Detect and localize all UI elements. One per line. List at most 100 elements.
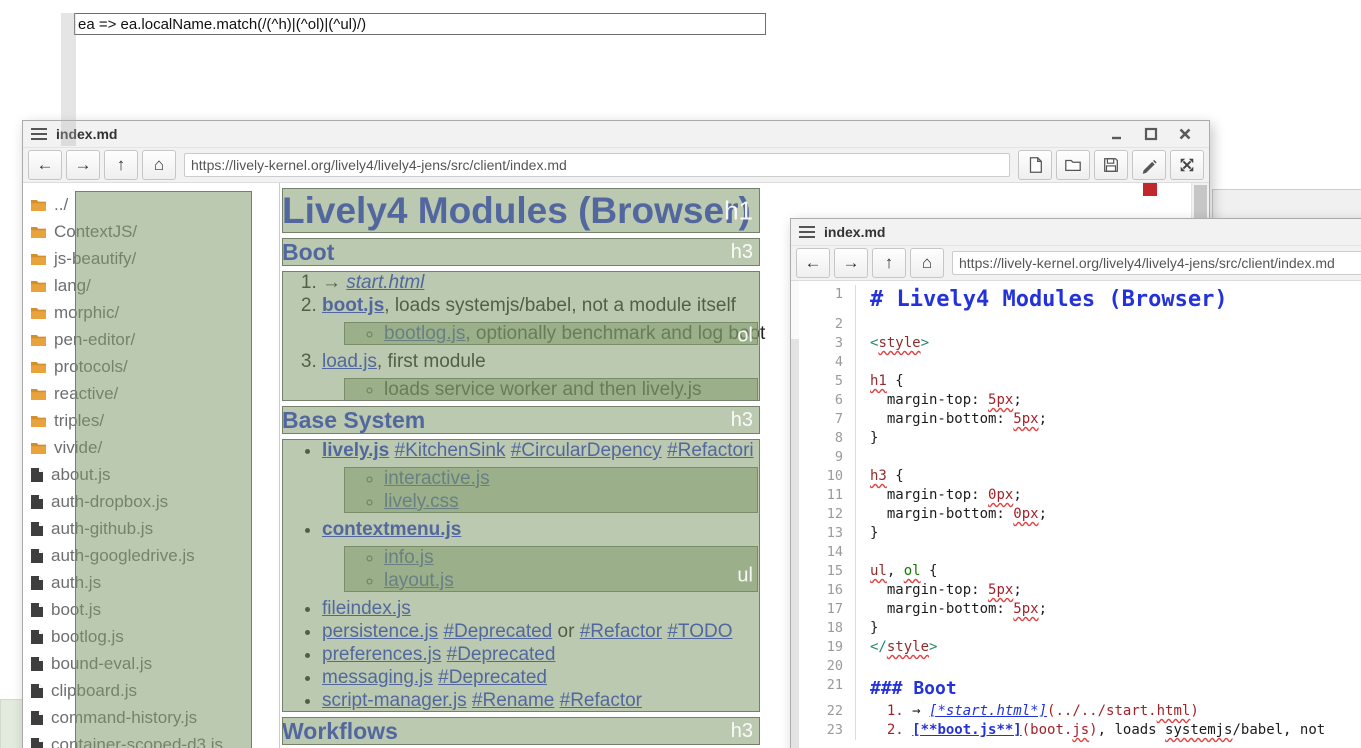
sidebar-item-triples[interactable]: triples/ [23,407,279,434]
up-button[interactable]: ↑ [872,248,906,278]
home-icon: ⌂ [922,253,932,273]
sidebar-item-pen-editor[interactable]: pen-editor/ [23,326,279,353]
folder-icon [30,251,47,266]
edit-button[interactable] [1132,150,1166,180]
sidebar-item-auth-dropbox-js[interactable]: auth-dropbox.js [23,488,279,515]
sidebar-item-command-history-js[interactable]: command-history.js [23,704,279,731]
code-line[interactable]: 17 margin-bottom: 5px; [799,600,1361,619]
sidebar-item-js-beautify[interactable]: js-beautify/ [23,245,279,272]
markdown-link[interactable]: fileindex.js [322,598,411,619]
new-file-button[interactable] [1018,150,1052,180]
home-button[interactable]: ⌂ [910,248,944,278]
code-line[interactable]: 19</style> [799,638,1361,657]
sidebar-item-bootlog-js[interactable]: bootlog.js [23,623,279,650]
code-text: margin-bottom: 0px; [856,505,1047,524]
markdown-link[interactable]: load.js [322,351,377,372]
markdown-link[interactable]: script-manager.js [322,690,467,711]
sidebar-item-bound-eval-js[interactable]: bound-eval.js [23,650,279,677]
markdown-link[interactable]: messaging.js [322,667,433,688]
code-line[interactable]: 6 margin-top: 5px; [799,391,1361,410]
code-line[interactable]: 8} [799,429,1361,448]
sidebar-item-protocols[interactable]: protocols/ [23,353,279,380]
markdown-link[interactable]: lively.js [322,440,389,461]
sidebar-item-lang[interactable]: lang/ [23,272,279,299]
file-icon [30,602,44,618]
code-line[interactable]: 21### Boot [799,676,1361,702]
line-number: 23 [799,721,856,740]
maximize-icon[interactable] [1143,126,1159,142]
code-line[interactable]: 22 1. → [*start.html*](../../start.html) [799,702,1361,721]
code-line[interactable]: 4 [799,353,1361,372]
code-line[interactable]: 10h3 { [799,467,1361,486]
code-line[interactable]: 11 margin-top: 0px; [799,486,1361,505]
open-folder-button[interactable] [1056,150,1090,180]
markdown-link[interactable]: #Rename [472,690,554,711]
markdown-link[interactable]: #KitchenSink [395,440,506,461]
save-button[interactable] [1094,150,1128,180]
probe-expression-input[interactable] [74,13,766,35]
sidebar-item-contextjs[interactable]: ContextJS/ [23,218,279,245]
url-input[interactable] [184,153,1010,177]
close-icon[interactable] [1177,126,1193,142]
fullscreen-button[interactable] [1170,150,1204,180]
code-line[interactable]: 9 [799,448,1361,467]
code-line[interactable]: 12 margin-bottom: 0px; [799,505,1361,524]
markdown-link[interactable]: #Deprecated [443,621,552,642]
code-editor[interactable]: 1# Lively4 Modules (Browser)2 3<style>4 … [799,281,1361,748]
code-line[interactable]: 5h1 { [799,372,1361,391]
file-label: auth-dropbox.js [51,492,168,512]
sidebar-item-container-scoped-d3-js[interactable]: container-scoped-d3.js [23,731,279,748]
minimize-icon[interactable] [1109,126,1125,142]
back-button[interactable]: ← [28,150,62,180]
code-line[interactable]: 13} [799,524,1361,543]
sidebar-item-boot-js[interactable]: boot.js [23,596,279,623]
overlay-tag-label: h3 [731,406,753,434]
forward-button[interactable]: → [834,248,868,278]
markdown-link[interactable]: persistence.js [322,621,438,642]
sidebar-item-clipboard-js[interactable]: clipboard.js [23,677,279,704]
code-line[interactable]: 14 [799,543,1361,562]
markdown-link[interactable]: #Deprecated [447,644,556,665]
markdown-link[interactable]: boot.js [322,295,384,316]
markdown-link[interactable]: contextmenu.js [322,519,461,540]
markdown-link[interactable]: interactive.js [384,468,490,489]
markdown-link[interactable]: #Refactori [667,440,754,461]
back-button[interactable]: ← [796,248,830,278]
menu-icon[interactable] [799,226,815,238]
code-line[interactable]: 15ul, ol { [799,562,1361,581]
sidebar-item-vivide[interactable]: vivide/ [23,434,279,461]
markdown-link[interactable]: info.js [384,547,434,568]
markdown-link[interactable]: #Refactor [560,690,642,711]
code-line[interactable]: 18} [799,619,1361,638]
sidebar-item-auth-js[interactable]: auth.js [23,569,279,596]
markdown-link[interactable]: #TODO [667,621,732,642]
code-line[interactable]: 3<style> [799,334,1361,353]
markdown-link[interactable]: preferences.js [322,644,441,665]
markdown-link[interactable]: #CircularDepency [511,440,662,461]
url-input[interactable] [952,251,1361,275]
main-window-titlebar[interactable]: index.md [23,121,1209,148]
sidebar-item-reactive[interactable]: reactive/ [23,380,279,407]
sidebar-item-auth-googledrive-js[interactable]: auth-googledrive.js [23,542,279,569]
code-window-titlebar[interactable]: index.md [791,219,1361,246]
code-line[interactable]: 16 margin-top: 5px; [799,581,1361,600]
markdown-link[interactable]: #Refactor [580,621,662,642]
markdown-link[interactable]: lively.css [384,491,459,512]
code-line[interactable]: 7 margin-bottom: 5px; [799,410,1361,429]
sidebar-item-morphic[interactable]: morphic/ [23,299,279,326]
sidebar-item-[interactable]: ../ [23,191,279,218]
markdown-link[interactable]: start.html [346,272,424,293]
home-button[interactable]: ⌂ [142,150,176,180]
forward-button[interactable]: → [66,150,100,180]
markdown-link[interactable]: layout.js [384,570,454,591]
menu-icon[interactable] [31,128,47,140]
markdown-link[interactable]: bootlog.js [384,323,465,344]
sidebar-item-auth-github-js[interactable]: auth-github.js [23,515,279,542]
markdown-link[interactable]: #Deprecated [438,667,547,688]
code-line[interactable]: 2 [799,315,1361,334]
up-button[interactable]: ↑ [104,150,138,180]
sidebar-item-about-js[interactable]: about.js [23,461,279,488]
code-line[interactable]: 23 2. [**boot.js**](boot.js), loads syst… [799,721,1361,740]
code-line[interactable]: 1# Lively4 Modules (Browser) [799,285,1361,315]
code-line[interactable]: 20 [799,657,1361,676]
